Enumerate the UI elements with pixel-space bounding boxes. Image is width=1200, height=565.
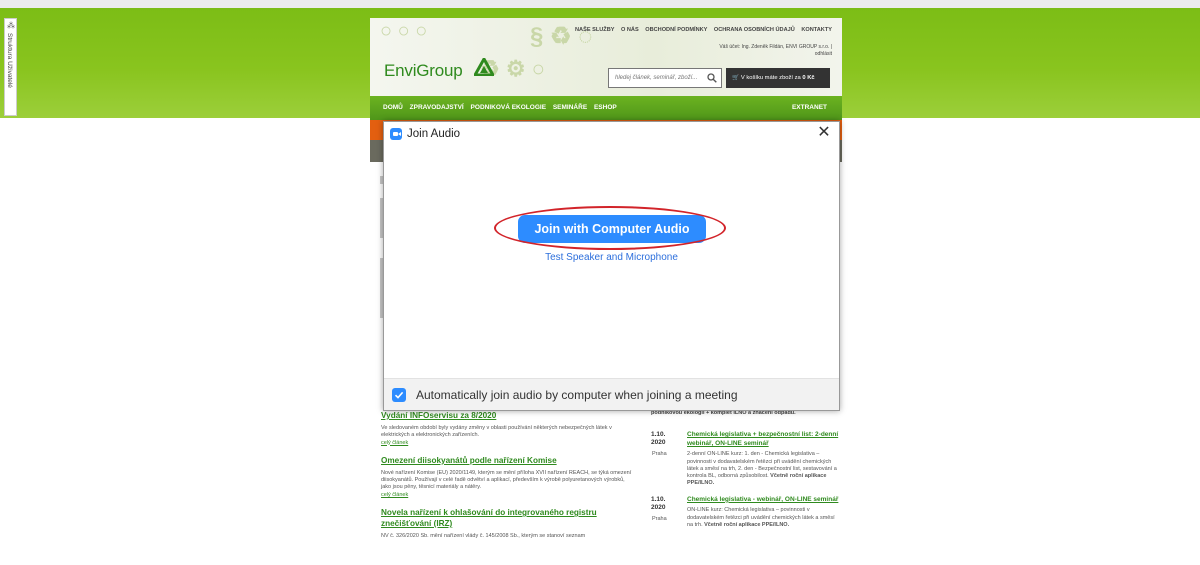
news-column: Vydání INFOservisu za 8/2020 Ve sledovan… [381, 410, 636, 540]
events-column: podnikovou ekologii + komplet ILNO a zna… [651, 410, 841, 537]
top-nav: NAŠE SLUŽBY O NÁS OBCHODNÍ PODMÍNKY OCHR… [570, 27, 832, 33]
article-text: NV č. 326/2020 Sb. mění nařízení vlády č… [381, 533, 586, 540]
nav-item-eshop[interactable]: ESHOP [594, 104, 617, 111]
nav-item-ecology[interactable]: PODNIKOVÁ EKOLOGIE [471, 104, 546, 111]
cart-text: V košíku máte zboží za [740, 75, 801, 81]
nav-item-news[interactable]: ZPRAVODAJSTVÍ [410, 104, 464, 111]
event-item: 1.10. 2020 Praha Chemická legislativa - … [651, 496, 841, 529]
event-highlight: Včetně roční aplikace PPE/ILNO. [704, 521, 790, 528]
main-nav: DOMŮ ZPRAVODAJSTVÍ PODNIKOVÁ EKOLOGIE SE… [370, 96, 842, 120]
dialog-title: Join Audio [407, 128, 461, 140]
join-audio-dialog: Join Audio ✕ Join with Computer Audio Te… [383, 121, 840, 411]
event-title[interactable]: Chemická legislativa - webinář, ON-LINE … [687, 496, 841, 505]
zoom-app-icon [390, 128, 402, 140]
article-more-link[interactable]: celý článek [381, 440, 636, 447]
browser-top-strip [0, 0, 1200, 8]
event-date-year: 2020 [651, 503, 666, 511]
event-item: 1.10. 2020 Praha Chemická legislativa + … [651, 431, 841, 487]
nav-item-extranet[interactable]: EXTRANET [792, 104, 827, 111]
account-info[interactable]: Váš účet: Ing. Zdeněk Fildán, ENVI GROUP… [702, 44, 832, 58]
news-article: Vydání INFOservisu za 8/2020 Ve sledovan… [381, 410, 636, 447]
cart-button[interactable]: 🛒 V košíku máte zboží za 0 Kč [726, 68, 830, 88]
cart-icon: 🛒 [732, 75, 740, 81]
nav-item-seminars[interactable]: SEMINÁŘE [553, 104, 587, 111]
close-icon[interactable]: ✕ [817, 125, 831, 141]
side-toolbar-labels[interactable]: Struktura Uživatelé [6, 33, 13, 88]
top-nav-item[interactable]: OCHRANA OSOBNÍCH ÚDAJŮ [714, 27, 795, 33]
article-text: Ve sledovaném období byly vydány změny v… [381, 425, 612, 439]
event-place: Praha [652, 451, 667, 458]
event-place: Praha [652, 515, 667, 522]
search-placeholder: hledej článek, seminář, zboží... [615, 75, 698, 81]
top-nav-item[interactable]: KONTAKTY [801, 27, 832, 33]
event-text: 2-denní ON-LINE kurz: 1. den - Chemická … [687, 451, 841, 487]
site-header: ○ ○ ○ § ♻ ◌ ♻ ⚙ ○ EnviGroup NAŠE SLUŽBY … [370, 18, 842, 96]
search-icon[interactable] [707, 73, 717, 83]
dialog-title-bar[interactable]: Join Audio ✕ [384, 122, 839, 146]
join-computer-audio-button[interactable]: Join with Computer Audio [518, 215, 706, 243]
search-input[interactable]: hledej článek, seminář, zboží... [608, 68, 722, 88]
top-nav-item[interactable]: NAŠE SLUŽBY [575, 27, 614, 33]
event-date: 1.10. 2020 [651, 431, 665, 447]
event-date-year: 2020 [651, 439, 666, 447]
event-text-fragment: podnikovou ekologii + komplet ILNO a zna… [651, 410, 796, 416]
dialog-footer: Automatically join audio by computer whe… [384, 378, 839, 410]
top-nav-item[interactable]: OBCHODNÍ PODMÍNKY [645, 27, 707, 33]
article-title[interactable]: Novela nařízení k ohlašování do integrov… [381, 507, 636, 529]
article-more-link[interactable]: celý článek [381, 492, 636, 499]
article-text: Nové nařízení Komise (EU) 2020/1149, kte… [381, 469, 632, 491]
event-date: 1.10. 2020 [651, 496, 665, 512]
nav-item-home[interactable]: DOMŮ [383, 104, 403, 111]
article-title[interactable]: Omezení diisokyanátů podle nařízení Komi… [381, 455, 636, 466]
logo-mark-icon [474, 58, 494, 76]
article-title[interactable]: Vydání INFOservisu za 8/2020 [381, 410, 636, 421]
sitemap-icon[interactable]: ⁂ [7, 21, 15, 30]
cart-amount: 0 Kč [802, 75, 815, 81]
event-date-day: 1.10. [651, 495, 666, 503]
auto-join-checkbox[interactable] [392, 388, 406, 402]
news-article: Omezení diisokyanátů podle nařízení Komi… [381, 455, 636, 499]
checkmark-icon [394, 391, 404, 399]
header-decoration: ○ ○ ○ [380, 20, 428, 42]
cms-side-toolbar[interactable]: ⁂ Struktura Uživatelé [4, 18, 17, 116]
envigroup-logo[interactable]: EnviGroup [384, 61, 463, 81]
test-speaker-microphone-link[interactable]: Test Speaker and Microphone [384, 252, 839, 263]
news-article: Novela nařízení k ohlašování do integrov… [381, 507, 636, 540]
auto-join-label[interactable]: Automatically join audio by computer whe… [416, 388, 738, 402]
event-date-day: 1.10. [651, 431, 666, 439]
event-title[interactable]: Chemická legislativa + bezpečnostní list… [687, 431, 841, 448]
top-nav-item[interactable]: O NÁS [621, 27, 639, 33]
event-text: ON-LINE kurz: Chemická legislativa – pov… [687, 507, 841, 529]
